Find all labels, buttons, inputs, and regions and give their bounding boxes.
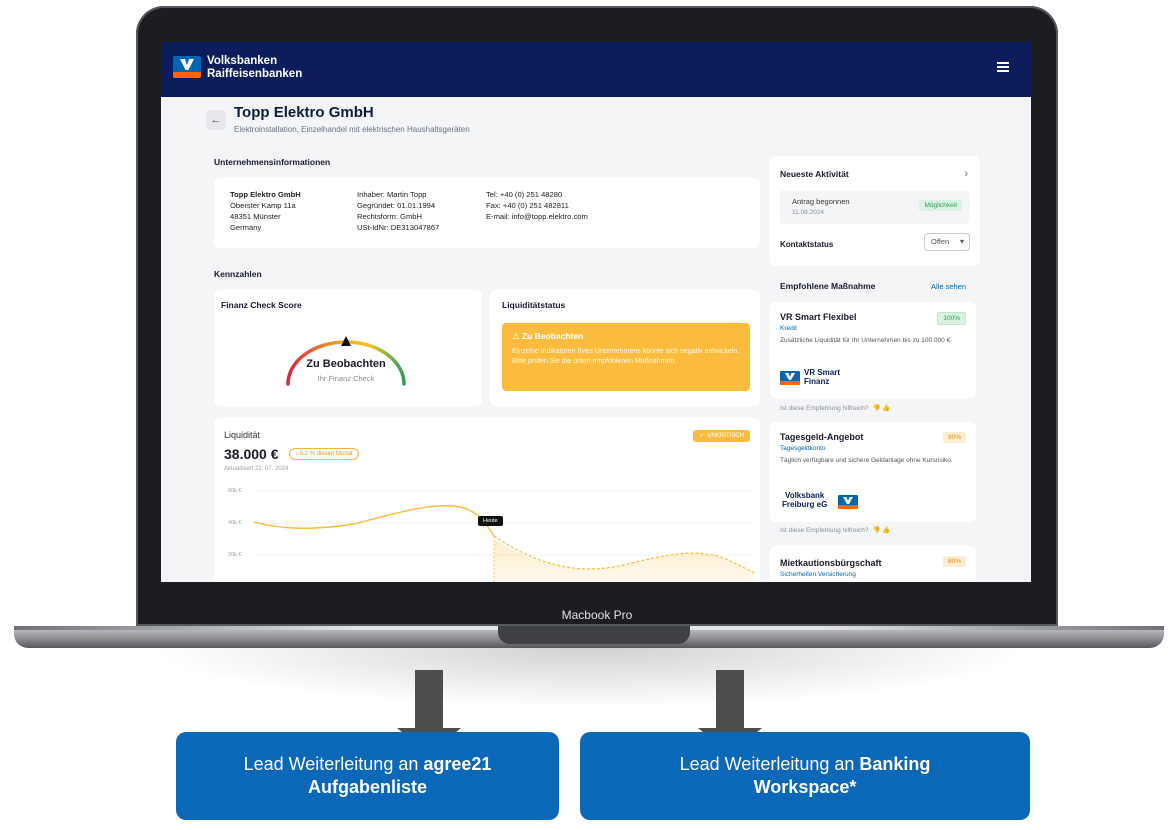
liquidity-status-title: Liquiditätstatus [502,300,566,310]
partner-logo-text: VR Smart Finanz [804,368,841,386]
thumbs-icon[interactable]: 👎 👍 [873,527,891,534]
liquidity-line-chart[interactable] [214,418,760,582]
rec-match-badge: 100% [937,312,966,325]
app-header: Volksbanken Raiffeisenbanken [161,42,1031,97]
section-title-kpis: Kennzahlen [214,269,262,279]
recommendations-title: Empfohlene Maßnahme [780,281,876,291]
recommendation-card-2[interactable]: Tagesgeld-Angebot Tagesgeldkonto Täglich… [770,422,976,522]
rec-category: Sicherheiten Versicherung [780,571,856,578]
activity-item[interactable]: Antrag begonnen 11.08.2024 Möglichkeit [780,190,970,224]
warning-icon: ⚠ [512,331,522,341]
back-button[interactable]: ← [206,110,226,130]
rec-title: Mietkautionsbürgschaft [780,558,882,568]
contact-status-label: Kontaktstatus [780,240,834,249]
helpful-prompt: Ist diese Empfehlung hilfreich? 👎 👍 [780,527,891,534]
rec-category: Tagesgeldkonto [780,445,826,452]
lead-box-banking-workspace: Lead Weiterleitung an Banking Workspace* [580,732,1030,820]
finanz-check-title: Finanz Check Score [221,300,302,310]
score-sublabel: Ihr Finanz Check [317,374,375,383]
arrow-down-icon [698,670,762,754]
activity-card: Neueste Aktivität › Antrag begonnen 11.0… [770,156,980,266]
page-title: Topp Elektro GmbH [234,104,374,121]
brand-name: Volksbanken Raiffeisenbanken [207,55,303,80]
arrow-down-icon [397,670,461,754]
finanz-check-card[interactable]: Finanz Check Score Zu Beobachten Ihr Fin… [214,290,482,406]
series-line-actual [253,505,495,537]
rec-title: Tagesgeld-Angebot [780,432,864,442]
liquidity-status-card: Liquiditätstatus ⚠ Zu Beobachten Einzeln… [490,290,760,406]
activity-item-label: Antrag begonnen [792,197,850,206]
rec-title: VR Smart Flexibel [780,312,857,322]
contact-status-select[interactable]: Offen [924,233,970,251]
forecast-area [494,540,754,582]
lead-box-agree21: Lead Weiterleitung an agree21 Aufgabenli… [176,732,559,820]
recommendation-card-3[interactable]: Mietkautionsbürgschaft Sicherheiten Vers… [770,546,976,582]
liquidity-chart-card: Liquidität 38.000 € ↓ 5.2 % diesen Monat… [214,418,760,582]
score-label: Zu Beobachten [306,358,386,370]
info-legal: Inhaber: Martin Topp Gegründet: 01.01.19… [357,190,440,232]
section-title-info: Unternehmensinformationen [214,157,331,167]
chevron-right-icon[interactable]: › [964,168,968,180]
rec-description: Täglich verfügbare und sichere Geldanlag… [780,457,953,464]
thumbs-icon[interactable]: 👎 👍 [873,405,891,412]
warning-box: ⚠ Zu Beobachten Einzelne Indikatoren Ihr… [502,323,750,391]
today-tooltip: Heute [478,516,503,526]
partner-logo-text: Volksbank Freiburg eG [782,491,828,509]
info-contact: Tel: +40 (0) 251 48280 Fax: +40 (0) 251 … [486,190,588,221]
vr-logo-icon [838,495,858,509]
company-info-card: Topp Elektro GmbH Oberster Kamp 11a 4835… [214,178,760,248]
device-label: Macbook Pro [561,608,633,622]
info-address: Topp Elektro GmbH Oberster Kamp 11a 4835… [230,190,301,232]
rec-category: Kredit [780,325,797,332]
activity-status-badge: Möglichkeit [919,200,962,211]
see-all-link[interactable]: Alle sehen [931,282,966,291]
page-subtitle: Elektroinstallation, Einzelhandel mit el… [234,125,470,134]
vr-logo-icon [780,371,800,385]
activity-item-date: 11.08.2024 [792,209,825,216]
vr-logo-icon[interactable] [173,56,201,78]
warning-title: ⚠ Zu Beobachten [512,331,584,341]
laptop-shadow [150,648,1030,708]
app-screen: Volksbanken Raiffeisenbanken ← Topp Elek… [161,42,1031,582]
recommendation-card-1[interactable]: VR Smart Flexibel Kredit Zusätzliche Liq… [770,302,976,398]
rec-match-badge: 80% [942,556,966,567]
warning-text: Einzelne Indikatoren Ihres Unternehmens … [512,348,740,365]
laptop-notch [498,626,690,644]
helpful-prompt: Ist diese Empfehlung hilfreich? 👎 👍 [780,405,891,412]
arrow-left-icon: ← [210,114,222,126]
rec-match-badge: 80% [942,432,966,443]
hamburger-menu-icon[interactable] [997,62,1009,72]
activity-title: Neueste Aktivität [780,169,849,179]
rec-description: Zusätzliche Liquidität für Ihr Unternehm… [780,337,952,344]
